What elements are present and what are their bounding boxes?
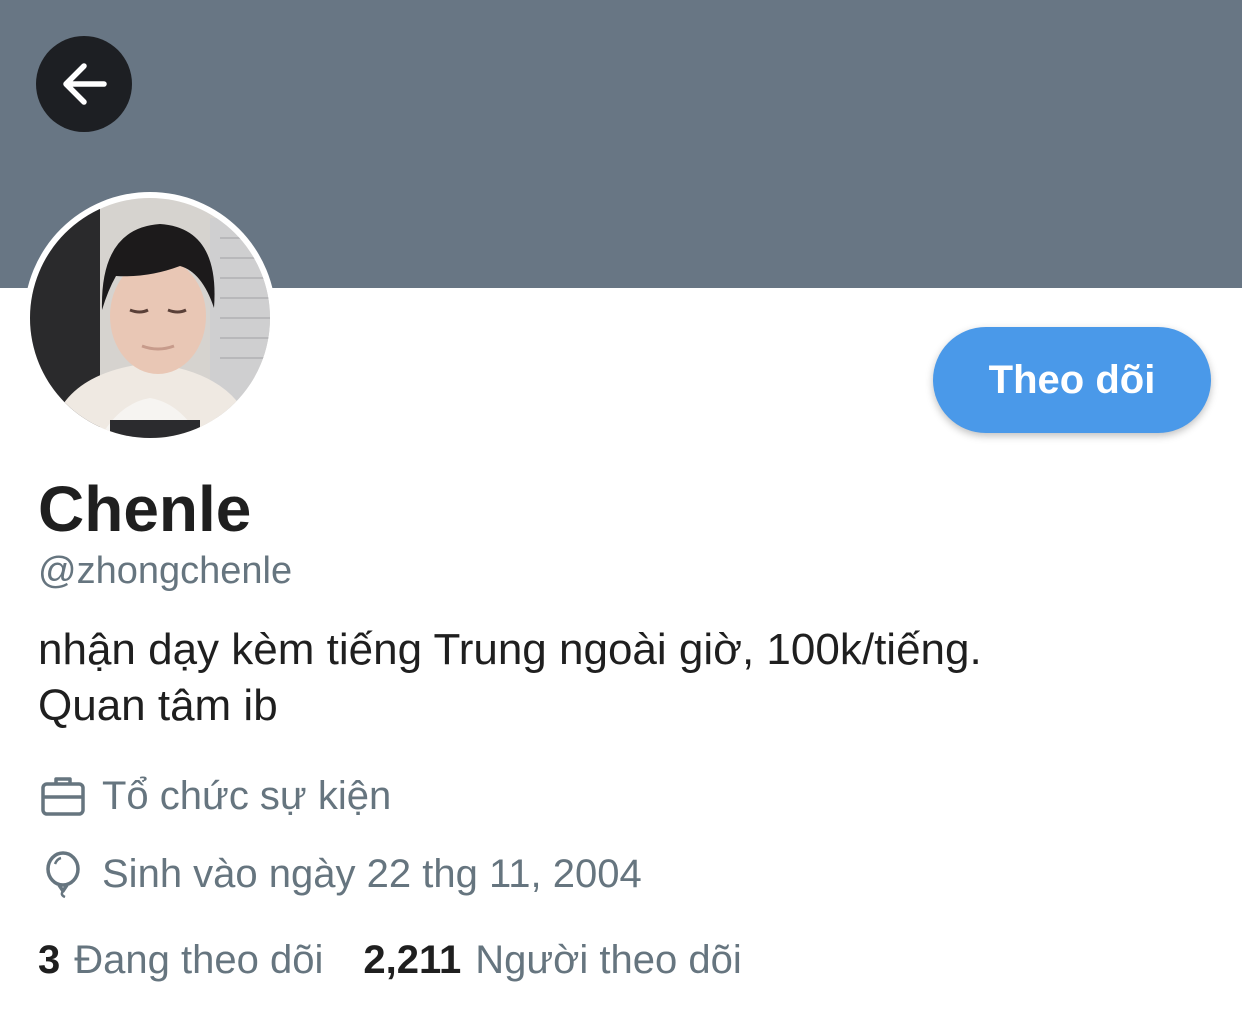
- birthday-text: Sinh vào ngày 22 thg 11, 2004: [102, 851, 642, 896]
- following-count: 3: [38, 938, 61, 982]
- username-handle: @zhongchenle: [38, 550, 293, 592]
- display-name: Chenle: [38, 473, 252, 545]
- following-label: Đang theo dõi: [74, 938, 324, 982]
- balloon-icon: [38, 849, 88, 899]
- profile-page: Theo dõi Chenle @zhongchenle nhận dạy kè…: [0, 0, 1242, 1018]
- avatar-frame: [24, 192, 276, 444]
- followers-count: 2,211: [363, 938, 462, 982]
- follow-stats: 3 Đang theo dõi 2,211 Người theo dõi: [38, 938, 742, 983]
- profession-row: Tổ chức sự kiện: [38, 771, 391, 821]
- profession-text: Tổ chức sự kiện: [102, 773, 392, 818]
- profile-bio: nhận dạy kèm tiếng Trung ngoài giờ, 100k…: [38, 622, 1218, 734]
- birthday-row: Sinh vào ngày 22 thg 11, 2004: [38, 849, 642, 899]
- bio-line: nhận dạy kèm tiếng Trung ngoài giờ, 100k…: [38, 625, 982, 674]
- briefcase-icon: [38, 771, 88, 821]
- followers-link[interactable]: 2,211 Người theo dõi: [363, 938, 741, 983]
- follow-button[interactable]: Theo dõi: [933, 327, 1211, 433]
- profile-photo: [30, 198, 270, 438]
- back-button[interactable]: [36, 36, 132, 132]
- following-link[interactable]: 3 Đang theo dõi: [38, 938, 323, 983]
- followers-label: Người theo dõi: [475, 938, 742, 982]
- arrow-left-icon: [63, 63, 107, 105]
- avatar[interactable]: [30, 198, 270, 438]
- bio-line: Quan tâm ib: [38, 681, 278, 730]
